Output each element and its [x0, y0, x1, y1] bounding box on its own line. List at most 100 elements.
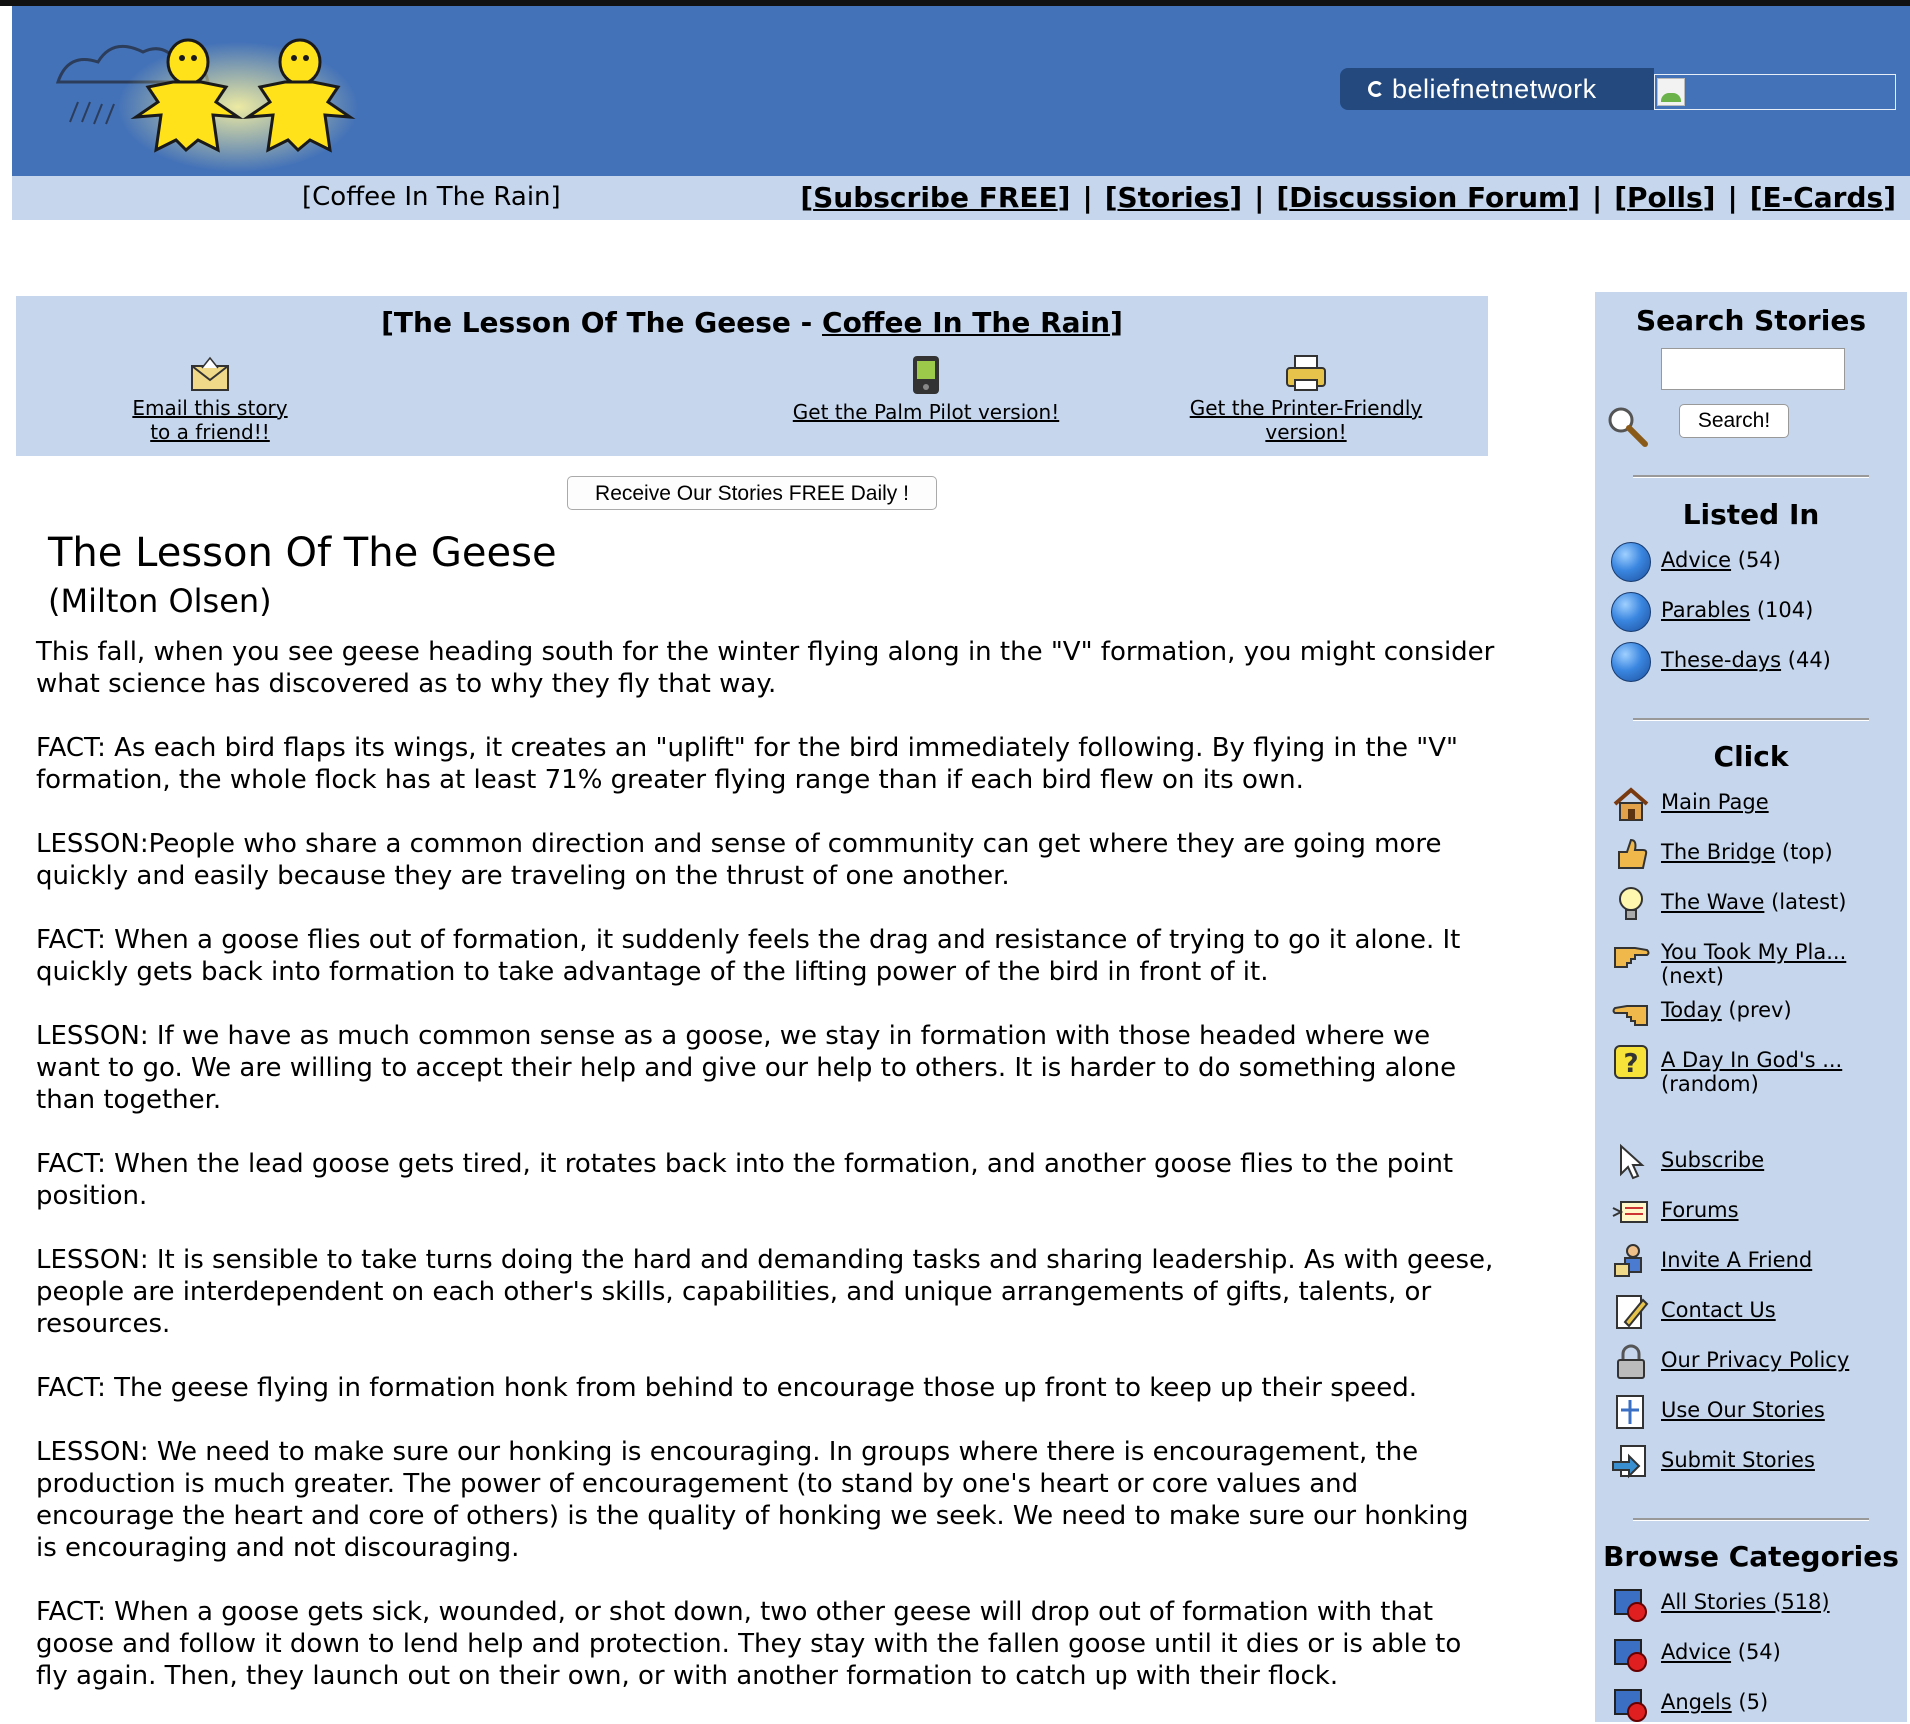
browse-link[interactable]: Angels — [1661, 1690, 1732, 1714]
click-link[interactable]: You Took My Pla... — [1661, 940, 1846, 964]
browse-item-angels[interactable]: Angels (5) — [1611, 1684, 1768, 1724]
click-note: (random) — [1661, 1072, 1759, 1096]
sidebar-link[interactable]: Use Our Stories — [1661, 1398, 1825, 1422]
nav-forum-link[interactable]: Discussion Forum — [1289, 181, 1567, 214]
browse-link[interactable]: All Stories (518) — [1661, 1590, 1830, 1614]
click-link[interactable]: Today — [1661, 998, 1722, 1022]
listed-count: (44) — [1787, 648, 1831, 672]
sidebar-link[interactable]: Our Privacy Policy — [1661, 1348, 1849, 1372]
browse-item-advice[interactable]: Advice (54) — [1611, 1634, 1781, 1674]
sidebar-link[interactable]: Submit Stories — [1661, 1448, 1815, 1472]
link-item-contact[interactable]: Contact Us — [1611, 1292, 1776, 1332]
browse-link[interactable]: Advice — [1661, 1640, 1731, 1664]
beliefnet-network-text: beliefnetnetwork — [1392, 73, 1597, 104]
site-name: [Coffee In The Rain] — [302, 182, 561, 212]
receive-stories-button[interactable]: Receive Our Stories FREE Daily ! — [567, 476, 937, 510]
article-paragraph: FACT: The geese flying in formation honk… — [36, 1373, 1418, 1403]
click-link[interactable]: Main Page — [1661, 790, 1769, 814]
palm-pilot-tool[interactable]: Get the Palm Pilot version! — [776, 354, 1076, 424]
link-item-subscribe[interactable]: Subscribe — [1611, 1142, 1764, 1182]
sidebar-divider — [1633, 718, 1869, 721]
search-button[interactable]: Search! — [1679, 404, 1789, 438]
browse-count: (5) — [1738, 1690, 1769, 1714]
globe-icon — [1611, 542, 1651, 582]
nav-subscribe-link[interactable]: Subscribe FREE — [813, 181, 1058, 214]
nav-stories-link[interactable]: Stories — [1117, 181, 1229, 214]
sidebar-link[interactable]: Forums — [1661, 1198, 1739, 1222]
listed-item-these-days[interactable]: These-days (44) — [1611, 642, 1831, 682]
category-folder-icon — [1614, 1589, 1647, 1622]
coffee-in-the-rain-logo[interactable] — [38, 22, 358, 172]
hand-left-icon — [1612, 1005, 1648, 1026]
broken-image-icon — [1657, 78, 1685, 106]
sidebar-divider — [1633, 1518, 1869, 1521]
forum-icon — [1612, 1201, 1648, 1223]
magnifier-icon — [1608, 407, 1648, 447]
sidebar-link[interactable]: Invite A Friend — [1661, 1248, 1812, 1272]
listed-link[interactable]: These-days — [1661, 648, 1781, 672]
email-story-link[interactable]: Email this story to a friend!! — [132, 396, 287, 444]
story-header: [The Lesson Of The Geese - Coffee In The… — [16, 296, 1488, 456]
link-item-use-stories[interactable]: Use Our Stories — [1611, 1392, 1825, 1432]
cursor-icon — [1620, 1143, 1645, 1180]
click-item-today[interactable]: Today (prev) — [1611, 992, 1792, 1032]
click-note: (top) — [1781, 840, 1833, 864]
palm-pilot-icon — [913, 356, 939, 394]
article-paragraph: LESSON: It is sensible to take turns doi… — [36, 1245, 1494, 1339]
envelope-icon — [191, 356, 229, 391]
printer-friendly-link[interactable]: Get the Printer-Friendly version! — [1190, 396, 1423, 444]
printer-icon — [1286, 355, 1326, 391]
link-item-submit[interactable]: Submit Stories — [1611, 1442, 1815, 1482]
beliefnet-network-badge[interactable]: beliefnetnetwork — [1340, 68, 1654, 110]
click-note: (next) — [1661, 964, 1724, 988]
search-stories-heading: Search Stories — [1636, 304, 1866, 337]
browse-count: (54) — [1737, 1640, 1781, 1664]
nav-links: [Subscribe FREE] | [Stories] | [Discussion F… — [800, 181, 1896, 214]
house-icon — [1613, 787, 1649, 821]
search-input[interactable] — [1661, 348, 1845, 390]
ad-banner[interactable] — [1654, 74, 1896, 110]
email-story-tool[interactable]: Email this story to a friend!! — [120, 356, 300, 444]
click-item-the-wave[interactable]: The Wave (latest) — [1611, 884, 1846, 924]
article-paragraph: This fall, when you see geese heading so… — [36, 637, 1495, 699]
palm-pilot-link[interactable]: Get the Palm Pilot version! — [793, 400, 1059, 424]
thumbs-up-icon — [1618, 838, 1648, 869]
nav-polls-link[interactable]: Polls — [1627, 181, 1703, 214]
submit-icon — [1612, 1445, 1646, 1479]
click-item-main-page[interactable]: Main Page — [1611, 784, 1769, 824]
sidebar-link[interactable]: Contact Us — [1661, 1298, 1776, 1322]
contact-icon — [1616, 1295, 1649, 1329]
click-item-the-bridge[interactable]: The Bridge (top) — [1611, 834, 1833, 874]
printer-friendly-tool[interactable]: Get the Printer-Friendly version! — [1166, 354, 1446, 444]
article-paragraph: FACT: When a goose flies out of formatio… — [36, 925, 1461, 987]
article-paragraph: LESSON:People who share a common directi… — [36, 829, 1442, 891]
article-paragraph: LESSON: We need to make sure our honking… — [36, 1437, 1469, 1563]
lock-icon — [1617, 1344, 1645, 1379]
svg-text:?: ? — [1623, 1049, 1638, 1079]
click-link[interactable]: The Wave — [1661, 890, 1764, 914]
click-link[interactable]: The Bridge — [1661, 840, 1775, 864]
link-item-invite[interactable]: Invite A Friend — [1611, 1242, 1812, 1282]
listed-item-advice[interactable]: Advice (54) — [1611, 542, 1781, 582]
listed-item-parables[interactable]: Parables (104) — [1611, 592, 1813, 632]
click-item-next[interactable]: You Took My Pla... (next) — [1611, 934, 1846, 988]
link-item-forums[interactable]: Forums — [1611, 1192, 1739, 1232]
article-paragraph: FACT: When the lead goose gets tired, it… — [36, 1149, 1454, 1211]
browse-item-all[interactable]: All Stories (518) — [1611, 1584, 1830, 1624]
click-link[interactable]: A Day In God's ... — [1661, 1048, 1842, 1072]
globe-icon — [1611, 592, 1651, 632]
sidebar-link[interactable]: Subscribe — [1661, 1148, 1764, 1172]
click-item-random[interactable]: ? A Day In God's ... (random) — [1611, 1042, 1842, 1096]
listed-link[interactable]: Parables — [1661, 598, 1750, 622]
listed-link[interactable]: Advice — [1661, 548, 1731, 572]
sidebar-divider — [1633, 475, 1869, 478]
use-stories-icon — [1616, 1395, 1644, 1429]
question-icon: ? — [1614, 1045, 1648, 1079]
listed-count: (104) — [1756, 598, 1814, 622]
link-item-privacy[interactable]: Our Privacy Policy — [1611, 1342, 1849, 1382]
listed-count: (54) — [1737, 548, 1781, 572]
coffee-in-the-rain-link[interactable]: Coffee In The Rain — [822, 306, 1110, 339]
article-author: (Milton Olsen) — [48, 582, 272, 620]
category-folder-icon — [1614, 1689, 1647, 1722]
nav-ecards-link[interactable]: E-Cards — [1762, 181, 1883, 214]
